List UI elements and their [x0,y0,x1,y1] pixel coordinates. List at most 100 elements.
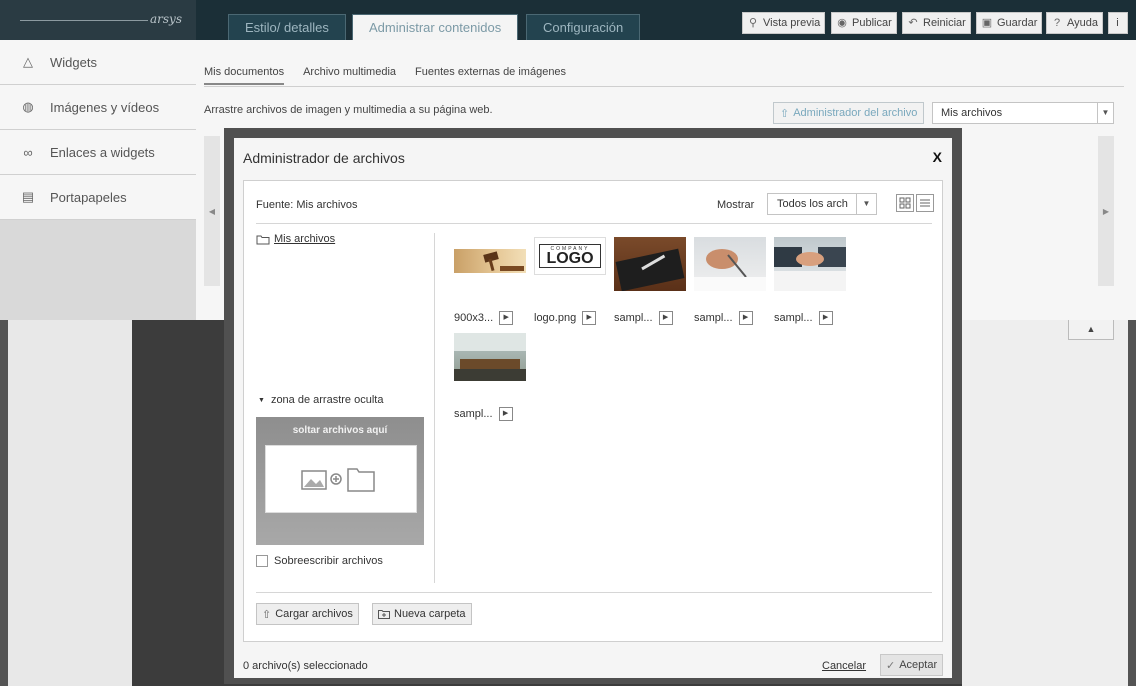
file-name: sampl... [614,312,653,324]
drop-target[interactable] [265,445,417,513]
reset-label: Reiniciar [923,17,966,29]
file-menu-arrow-icon[interactable]: ▶ [738,311,753,325]
accept-label: Aceptar [899,659,938,671]
accept-button[interactable]: ✓ Aceptar [880,654,944,676]
drag-hint-text: Arrastre archivos de imagen y multimedia… [204,104,493,116]
upload-icon: ⇧ [262,608,272,621]
logo-image: COMPANY LOGO [539,244,601,268]
drop-toggle-label: zona de arrastre oculta [270,394,384,406]
sidebar-item-widget-links[interactable]: ∞ Enlaces a widgets [0,130,196,175]
scroll-right-arrow[interactable]: ▶ [1098,136,1114,286]
close-button[interactable]: X [933,149,942,165]
clipboard-icon: ▤ [21,189,35,204]
file-manager-label: Administrador del archivo [793,107,918,119]
file-item[interactable]: sampl... ▶ [694,311,753,325]
help-button[interactable]: ? Ayuda [1046,12,1103,34]
cancel-link[interactable]: Cancelar [822,660,866,672]
file-name: sampl... [454,408,493,420]
notebook-image [615,248,685,291]
save-button[interactable]: ▣ Guardar [976,12,1043,34]
sidebar-item-images-videos[interactable]: ◍ Imágenes y vídeos [0,85,196,130]
upload-files-button[interactable]: ⇧ Cargar archivos [256,603,359,625]
file-menu-arrow-icon[interactable]: ▶ [658,311,673,325]
sidebar-item-clipboard[interactable]: ▤ Portapapeles [0,175,196,220]
subtab-divider [204,86,1124,87]
sidebar-item-label: Enlaces a widgets [50,144,155,160]
file-thumbnail[interactable] [454,249,526,273]
reset-button[interactable]: ↶ Reiniciar [902,12,971,34]
file-item[interactable]: logo.png ▶ [534,311,597,325]
file-menu-arrow-icon[interactable]: ▶ [582,311,597,325]
file-item[interactable]: sampl... ▶ [774,311,833,325]
brand-logo: arsys [150,12,182,26]
info-button[interactable]: i [1108,12,1128,34]
upload-icon: ⇧ [780,107,790,120]
collapse-panel-button[interactable]: ▲ [1068,320,1114,340]
file-item[interactable]: sampl... ▶ [614,311,673,325]
question-icon: ? [1053,17,1061,29]
show-label: Mostrar [717,199,755,211]
file-menu-arrow-icon[interactable]: ▶ [499,311,514,325]
grid-icon [899,197,911,209]
drop-zone-toggle[interactable]: ▼ zona de arrastre oculta [258,394,383,406]
overwrite-label: Sobreescribir archivos [274,555,383,567]
gavel-image [483,251,524,272]
subtab-my-documents[interactable]: Mis documentos [204,66,285,85]
new-folder-icon [378,610,390,619]
drop-zone[interactable]: soltar archivos aquí [256,417,424,545]
sidebar-item-label: Imágenes y vídeos [50,99,160,115]
folder-tree: Mis archivos [256,233,434,245]
subtab-multimedia[interactable]: Archivo multimedia [303,66,396,85]
triangle-down-icon: ▼ [258,396,265,404]
file-thumbnail[interactable] [694,237,766,291]
meeting-room-image [454,333,526,381]
file-name: 900x3... [454,312,494,324]
overwrite-option[interactable]: Sobreescribir archivos [256,555,383,567]
undo-icon: ↶ [908,17,918,29]
preview-button[interactable]: ⚲ Vista previa [742,12,826,34]
file-manager-dialog: Administrador de archivos X Fuente: Mis … [224,128,962,684]
list-view-button[interactable] [916,194,934,212]
file-menu-arrow-icon[interactable]: ▶ [818,311,833,325]
page-right-area [962,320,1128,686]
file-name: sampl... [774,312,813,324]
file-thumbnail[interactable] [454,333,526,381]
sidebar-item-label: Widgets [50,54,97,70]
tab-style-details[interactable]: Estilo/ detalles [228,14,346,40]
file-thumbnail[interactable] [774,237,846,291]
file-name: sampl... [694,312,733,324]
folder-icon [256,235,270,244]
show-filter-select[interactable]: Todos los arch ▼ [767,193,877,215]
file-manager-button[interactable]: ⇧ Administrador del archivo [773,102,925,124]
scroll-left-arrow[interactable]: ◀ [204,136,220,286]
checkmark-icon: ✓ [886,659,896,672]
footer-divider [256,592,932,593]
tab-configuration[interactable]: Configuración [526,14,641,40]
header-divider [256,223,932,224]
folder-my-files[interactable]: Mis archivos [256,233,434,245]
dialog-content: Administrador de archivos X Fuente: Mis … [234,138,952,678]
file-item[interactable]: sampl... ▶ [454,407,513,421]
logo-area: arsys [0,0,196,40]
link-icon: ∞ [23,144,33,160]
help-label: Ayuda [1067,17,1098,29]
file-thumbnail[interactable] [614,237,686,291]
sidebar-item-widgets[interactable]: △ Widgets [0,40,196,85]
grid-view-button[interactable] [896,194,914,212]
file-thumbnail[interactable]: COMPANY LOGO [534,237,606,275]
camera-icon: ◍ [22,99,34,114]
tab-manage-content[interactable]: Administrar contenidos [352,14,519,40]
floppy-icon: ▣ [981,17,993,29]
subtab-external-sources[interactable]: Fuentes externas de imágenes [415,66,566,85]
overwrite-checkbox[interactable] [256,555,268,567]
file-menu-arrow-icon[interactable]: ▶ [498,407,513,421]
logo-big-text: LOGO [546,250,594,267]
file-name: logo.png [534,312,577,324]
publish-label: Publicar [852,17,892,29]
widget-icon: △ [23,54,33,69]
files-select[interactable]: Mis archivos ▼ [932,102,1114,124]
publish-button[interactable]: ◉ Publicar [831,12,897,34]
file-item[interactable]: 900x3... ▶ [454,311,514,325]
new-folder-label: Nueva carpeta [394,608,466,620]
new-folder-button[interactable]: Nueva carpeta [372,603,472,625]
